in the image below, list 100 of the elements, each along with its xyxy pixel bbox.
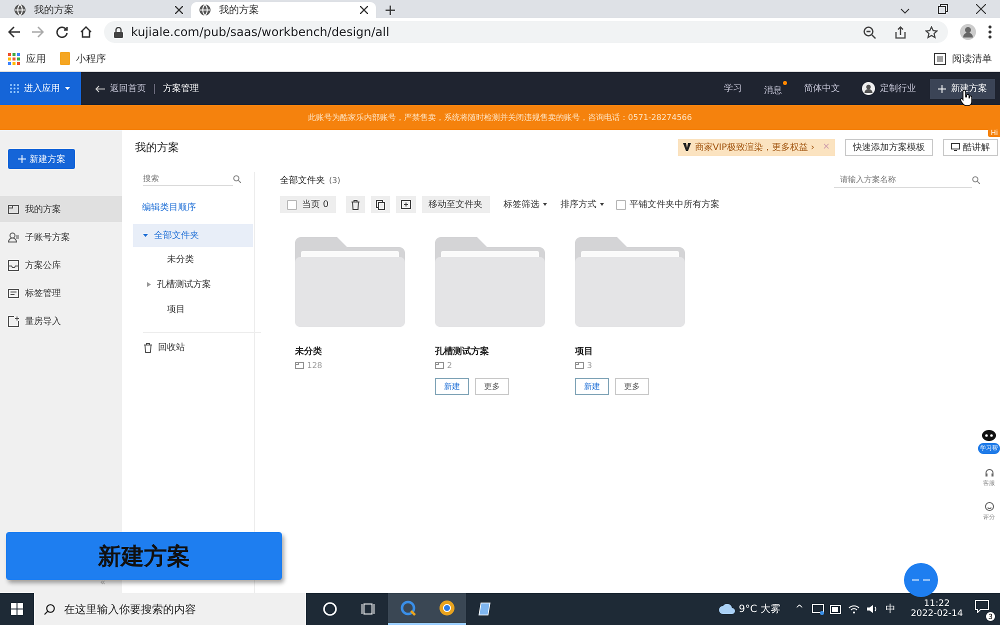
tray-expand-button[interactable]: ^ [795, 604, 804, 614]
search-icon [233, 175, 241, 183]
sidebar-item[interactable]: 子账号方案 [0, 224, 122, 250]
nav-link[interactable]: 简体中文 [804, 82, 840, 95]
card-icon [8, 288, 19, 298]
back-icon [95, 84, 105, 92]
app-menu-button[interactable]: 进入应用 [0, 72, 81, 105]
folder-title: 全部文件夹 [280, 174, 325, 186]
close-icon [175, 6, 183, 14]
search-field[interactable]: 搜索 [143, 172, 233, 186]
tree-item[interactable]: 未分类 [157, 247, 254, 272]
count-label: 2 [447, 361, 452, 370]
tree-item[interactable]: 项目 [157, 297, 254, 322]
plus-icon [938, 84, 946, 92]
share-icon [894, 26, 907, 38]
dash-icon [912, 579, 930, 581]
lecture-button[interactable]: 酷讲解 [943, 138, 998, 156]
browser-tab[interactable]: 我的方案 [6, 2, 191, 18]
hand-cursor-icon [960, 90, 972, 106]
breadcrumb: 方案管理 [163, 82, 199, 95]
grid-icon [10, 84, 19, 93]
search-icon [972, 176, 980, 184]
tree-item[interactable]: 孔槽测试方案 [157, 272, 254, 297]
new-plan-button[interactable]: 新建方案 [8, 149, 75, 169]
list-icon [934, 52, 946, 64]
notice-banner: 此账号为酷家乐内部账号，严禁售卖，系统将随时检测并关闭违规售卖的账号，咨询电话：0571-28274566 [0, 105, 1000, 130]
reading-list-button[interactable]: 阅读清单 [934, 52, 992, 66]
trash-item[interactable]: 回收站 [143, 332, 261, 354]
vip-banner[interactable]: 商家VIP极致渲染，更多权益 › × [678, 138, 835, 156]
more-button[interactable]: 更多 [615, 378, 649, 395]
import-icon [8, 316, 19, 326]
zoom-icon [863, 26, 876, 38]
cloud-icon [718, 604, 735, 614]
caption-banner: 新建方案 [6, 532, 282, 580]
caret-icon [600, 203, 604, 206]
toolbar-button[interactable] [346, 196, 365, 213]
folder-name: 项目 [575, 346, 593, 358]
forward-icon [32, 26, 44, 38]
toolbar-button[interactable] [396, 196, 416, 213]
new-button[interactable]: 新建 [435, 378, 469, 395]
close-icon [360, 6, 368, 14]
users-icon [8, 232, 19, 242]
search-field[interactable]: 请输入方案名称 [834, 172, 972, 188]
folder-name: 未分类 [295, 345, 322, 358]
folder-icon [435, 362, 444, 369]
filter-dropdown[interactable]: 标签筛选 [504, 198, 547, 211]
browser-tab[interactable]: 我的方案 [191, 2, 376, 18]
flatten-checkbox[interactable]: 平铺文件夹中所有方案 [616, 198, 720, 211]
new-tab-button[interactable]: + [376, 2, 405, 18]
headset-icon [984, 468, 994, 477]
edit-order-link[interactable]: 编辑类目顺序 [142, 201, 254, 214]
nav-link[interactable]: 学习 [724, 82, 742, 95]
more-icon [988, 25, 992, 39]
bookmark[interactable]: 小程序 [60, 52, 106, 66]
folder-icon [60, 52, 70, 65]
folder-icon [295, 362, 304, 369]
plus-icon [18, 155, 26, 163]
notepad-icon [478, 601, 494, 617]
input-method-indicator[interactable]: 中 [886, 602, 896, 616]
folder-plus-icon [400, 200, 411, 209]
sidebar-item[interactable]: 我的方案 [0, 196, 122, 222]
inbox-icon [8, 260, 19, 270]
app-icon [400, 600, 416, 616]
sidebar-item[interactable]: 量房导入 [0, 308, 122, 334]
move-button[interactable]: 移动至文件夹 [422, 196, 490, 213]
select-page-checkbox[interactable]: 当页 0 [280, 196, 336, 213]
globe-icon [14, 4, 26, 16]
lock-icon [114, 26, 123, 38]
nav-link[interactable]: 消息 [764, 80, 787, 96]
back-icon [8, 26, 20, 38]
user-menu[interactable]: 定制行业 [862, 82, 916, 95]
weather-widget[interactable]: 9°C 大雾 [718, 602, 780, 616]
address-bar[interactable]: kujiale.com/pub/saas/workbench/design/all [104, 21, 948, 43]
template-button[interactable]: 快速添加方案模板 [845, 138, 933, 156]
smile-icon [984, 502, 994, 511]
caret-icon [143, 233, 148, 238]
folder-icon [8, 204, 19, 214]
chevron-icon [900, 8, 910, 14]
new-button[interactable]: 新建 [575, 378, 609, 395]
robot-icon [982, 430, 996, 441]
task-view-icon [360, 601, 376, 617]
sidebar-item[interactable]: 标签管理 [0, 280, 122, 306]
caret-icon [65, 87, 70, 90]
sidebar-item[interactable]: 方案公库 [0, 252, 122, 278]
back-link[interactable]: 返回首页 [95, 82, 146, 95]
caret-icon [542, 203, 547, 206]
toolbar-button[interactable] [370, 196, 390, 213]
wifi-icon [848, 604, 860, 614]
home-icon [80, 26, 92, 38]
taskbar-search[interactable]: 在这里输入你要搜索的内容 [34, 593, 306, 625]
globe-icon [199, 4, 211, 16]
more-button[interactable]: 更多 [475, 378, 509, 395]
clock[interactable]: 11:22 2022-02-14 [910, 599, 963, 619]
close-icon [976, 4, 986, 14]
star-icon [925, 26, 938, 38]
filter-dropdown[interactable]: 排序方式 [560, 198, 604, 211]
tree-item[interactable]: 全部文件夹 [133, 224, 253, 247]
bookmark[interactable]: 应用 [8, 52, 46, 66]
folder-name: 孔槽测试方案 [435, 345, 489, 358]
message-icon [975, 600, 989, 613]
